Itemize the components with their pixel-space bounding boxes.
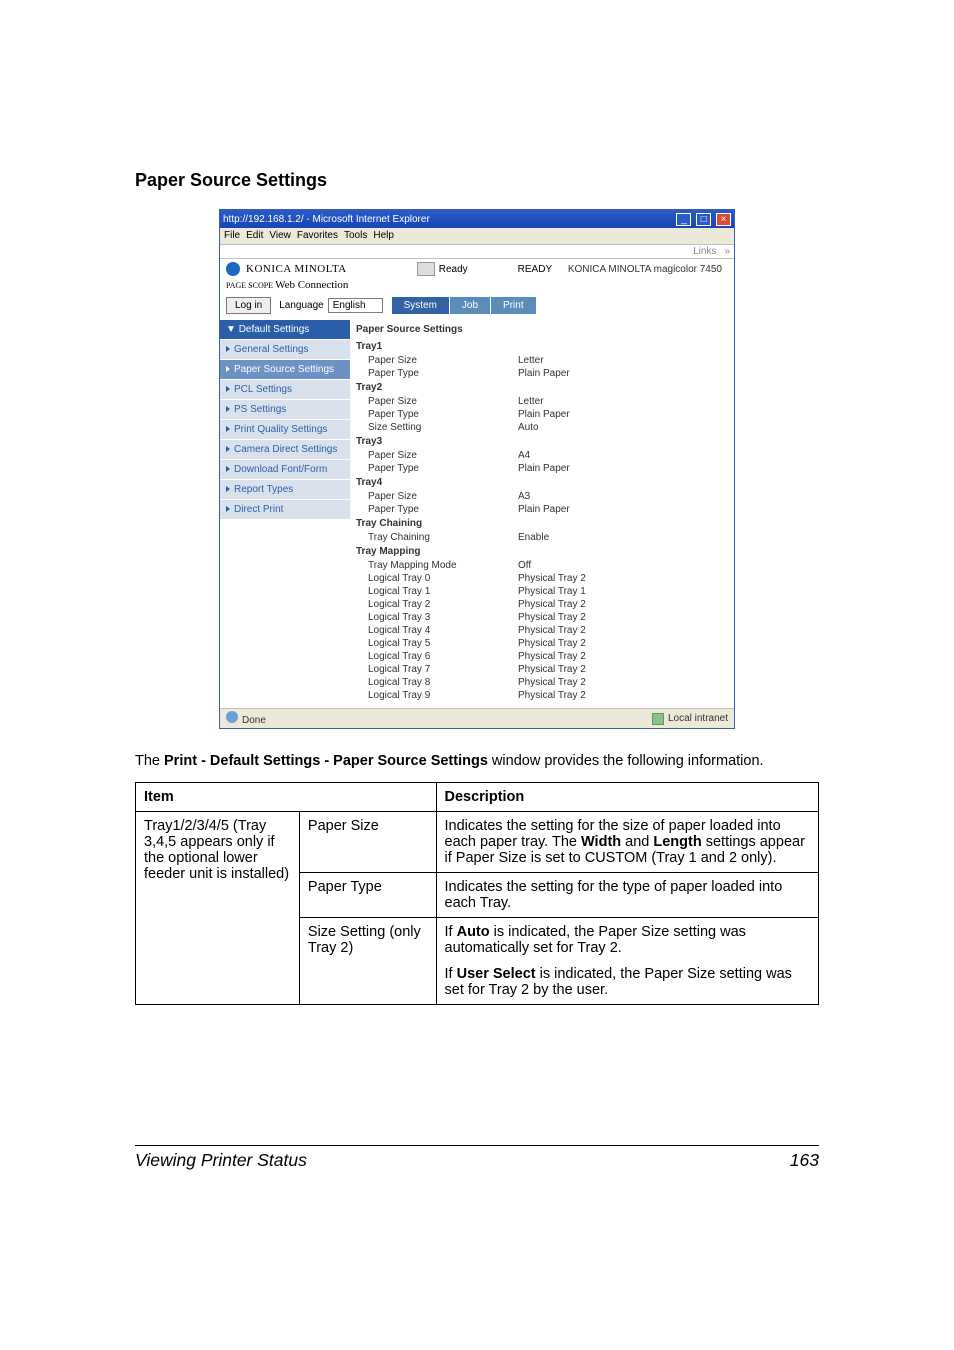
item-tray-group: Tray1/2/3/4/5 (Tray 3,4,5 appears only i… — [136, 812, 300, 1005]
tab-job[interactable]: Job — [450, 297, 490, 314]
menu-bar: File Edit View Favorites Tools Help — [220, 228, 734, 245]
chain-row: Tray ChainingEnable — [350, 531, 734, 544]
status-label: Ready — [439, 264, 468, 275]
zone-label: Local intranet — [668, 713, 728, 724]
sidebar-item[interactable]: Direct Print — [220, 499, 350, 519]
item-paper-size: Paper Size — [299, 812, 436, 873]
browser-window: http://192.168.1.2/ - Microsoft Internet… — [219, 209, 735, 729]
sidebar-item[interactable]: PS Settings — [220, 399, 350, 419]
language-label: Language — [279, 300, 324, 311]
item-paper-type: Paper Type — [299, 873, 436, 918]
links-label: Links — [693, 246, 716, 257]
product-sub-brand: PAGE SCOPE Web Connection — [220, 277, 734, 297]
map-row: Logical Tray 9Physical Tray 2 — [350, 689, 734, 702]
tray-header: Tray4 — [350, 475, 734, 490]
globe-icon — [226, 711, 238, 723]
col-item: Item — [136, 783, 437, 812]
app-header: KONICA MINOLTA Ready READY KONICA MINOLT… — [220, 259, 734, 277]
footer-page: 163 — [790, 1150, 819, 1171]
content-heading: Paper Source Settings — [350, 320, 734, 339]
window-title: http://192.168.1.2/ - Microsoft Internet… — [223, 214, 430, 225]
tray-header: Tray1 — [350, 339, 734, 354]
maximize-button[interactable]: □ — [696, 213, 711, 226]
desc-paper-size: Indicates the setting for the size of pa… — [436, 812, 819, 873]
tab-system[interactable]: System — [392, 297, 449, 314]
menu-favorites[interactable]: Favorites — [297, 230, 338, 241]
tray-header: Tray2 — [350, 380, 734, 395]
page-footer: Viewing Printer Status 163 — [135, 1145, 819, 1171]
tray-row: Paper TypePlain Paper — [350, 367, 734, 380]
window-controls: _ □ × — [674, 213, 731, 226]
info-table: Item Description Tray1/2/3/4/5 (Tray 3,4… — [135, 782, 819, 1005]
map-row: Logical Tray 8Physical Tray 2 — [350, 676, 734, 689]
map-row: Logical Tray 5Physical Tray 2 — [350, 637, 734, 650]
map-row: Logical Tray 3Physical Tray 2 — [350, 611, 734, 624]
sidebar-header[interactable]: ▼ Default Settings — [220, 320, 350, 339]
content-panel: Paper Source Settings Tray1Paper SizeLet… — [350, 320, 734, 708]
tray-row: Paper TypePlain Paper — [350, 462, 734, 475]
sidebar-item[interactable]: Download Font/Form — [220, 459, 350, 479]
tray-mapping-header: Tray Mapping — [350, 544, 734, 559]
brand-text: KONICA MINOLTA — [246, 263, 347, 275]
close-button[interactable]: × — [716, 213, 731, 226]
sidebar-item[interactable]: Camera Direct Settings — [220, 439, 350, 459]
footer-title: Viewing Printer Status — [135, 1150, 307, 1171]
tray-row: Paper SizeA3 — [350, 490, 734, 503]
desc-paper-type: Indicates the setting for the type of pa… — [436, 873, 819, 918]
tray-row: Paper SizeLetter — [350, 395, 734, 408]
sidebar-item[interactable]: PCL Settings — [220, 379, 350, 399]
desc-size-setting: If Auto is indicated, the Paper Size set… — [436, 918, 819, 1005]
browser-status-bar: Done Local intranet — [220, 708, 734, 728]
tray-chaining-header: Tray Chaining — [350, 516, 734, 531]
printer-icon — [417, 262, 435, 276]
menu-tools[interactable]: Tools — [344, 230, 367, 241]
map-row: Logical Tray 6Physical Tray 2 — [350, 650, 734, 663]
links-chevron-icon[interactable]: » — [724, 246, 730, 257]
links-bar: Links » — [220, 245, 734, 259]
menu-help[interactable]: Help — [373, 230, 394, 241]
tray-row: Paper TypePlain Paper — [350, 408, 734, 421]
menu-view[interactable]: View — [269, 230, 291, 241]
col-desc: Description — [436, 783, 819, 812]
tab-print[interactable]: Print — [491, 297, 536, 314]
tray-row: Paper SizeA4 — [350, 449, 734, 462]
minimize-button[interactable]: _ — [676, 213, 691, 226]
item-size-setting: Size Setting (only Tray 2) — [299, 918, 436, 1005]
ie-logo-icon — [718, 230, 730, 242]
sidebar-item[interactable]: General Settings — [220, 339, 350, 359]
pagescope-text: Web Connection — [275, 279, 348, 291]
pagescope-sup: PAGE SCOPE — [226, 281, 273, 290]
controls-row: Log in Language English System Job Print — [220, 297, 734, 320]
zone-icon — [652, 713, 664, 725]
section-title: Paper Source Settings — [135, 170, 819, 191]
status-done: Done — [242, 715, 266, 726]
language-select[interactable]: English — [328, 298, 383, 313]
sidebar-item[interactable]: Paper Source Settings — [220, 359, 350, 379]
map-row: Logical Tray 2Physical Tray 2 — [350, 598, 734, 611]
brand-logo-icon — [226, 262, 240, 276]
sidebar: ▼ Default Settings General SettingsPaper… — [220, 320, 350, 708]
login-button[interactable]: Log in — [226, 297, 271, 314]
title-bar: http://192.168.1.2/ - Microsoft Internet… — [220, 210, 734, 228]
map-row: Logical Tray 4Physical Tray 2 — [350, 624, 734, 637]
tray-row: Size SettingAuto — [350, 421, 734, 434]
tray-row: Paper TypePlain Paper — [350, 503, 734, 516]
map-row: Tray Mapping ModeOff — [350, 559, 734, 572]
menu-file[interactable]: File — [224, 230, 240, 241]
model-label: KONICA MINOLTA magicolor 7450 — [568, 264, 728, 275]
tray-row: Paper SizeLetter — [350, 354, 734, 367]
map-row: Logical Tray 0Physical Tray 2 — [350, 572, 734, 585]
sidebar-item[interactable]: Report Types — [220, 479, 350, 499]
map-row: Logical Tray 1Physical Tray 1 — [350, 585, 734, 598]
tray-header: Tray3 — [350, 434, 734, 449]
sidebar-item[interactable]: Print Quality Settings — [220, 419, 350, 439]
map-row: Logical Tray 7Physical Tray 2 — [350, 663, 734, 676]
intro-text: The Print - Default Settings - Paper Sou… — [135, 751, 819, 772]
status-main: READY — [518, 264, 552, 275]
menu-edit[interactable]: Edit — [246, 230, 263, 241]
